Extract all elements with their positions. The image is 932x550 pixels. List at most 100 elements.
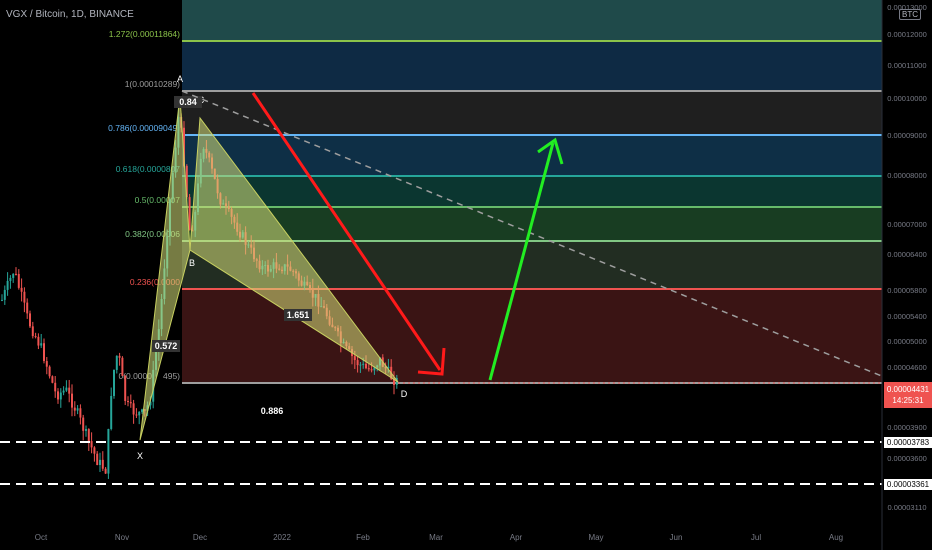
candle-body bbox=[17, 273, 20, 288]
candle-body bbox=[87, 429, 90, 442]
fib-zone-4 bbox=[182, 176, 882, 207]
candle-body bbox=[37, 336, 40, 346]
level-tag-2: 0.00003361 bbox=[884, 479, 932, 490]
price-chart[interactable]: 1.272(0.00011864) 1(0.00010289) 0.786(0.00… bbox=[0, 0, 932, 550]
candle-body bbox=[71, 393, 73, 408]
time-tick: Oct bbox=[35, 533, 48, 542]
support-levels bbox=[0, 382, 882, 485]
candle-body bbox=[90, 441, 93, 448]
price-tick: 0.00003600 bbox=[887, 454, 927, 463]
fib-label-0.618: 0.618(0.0000807 bbox=[116, 164, 181, 174]
candle-body bbox=[1, 299, 3, 301]
candle-body bbox=[129, 402, 132, 404]
candle-body bbox=[101, 459, 104, 469]
symbol-title: VGX / Bitcoin, 1D, BINANCE bbox=[6, 9, 134, 20]
fib-label-1.272: 1.272(0.00011864) bbox=[109, 29, 180, 39]
pattern-triangle-xab bbox=[139, 95, 191, 441]
pattern-ratio-3: 0.886 bbox=[261, 406, 284, 416]
pattern-point-X: X bbox=[137, 451, 143, 461]
price-tick: 0.00005000 bbox=[887, 337, 927, 346]
pattern-point-D: D bbox=[401, 389, 408, 399]
price-tick: 0.00007000 bbox=[887, 220, 927, 229]
time-tick: Aug bbox=[829, 533, 843, 542]
candle-body bbox=[99, 459, 101, 465]
candle-body bbox=[113, 369, 115, 396]
candle-body bbox=[62, 390, 65, 393]
fib-label-0.786: 0.786(0.00009049) bbox=[108, 123, 180, 133]
fibonacci-zones bbox=[182, 0, 882, 383]
candle-body bbox=[43, 343, 45, 362]
candle-body bbox=[93, 447, 96, 454]
candle-body bbox=[365, 363, 367, 369]
last-price-value: 0.00004431 bbox=[886, 385, 930, 394]
candle-body bbox=[23, 291, 26, 303]
candle-body bbox=[115, 355, 118, 370]
candle-body bbox=[359, 364, 362, 366]
time-tick: May bbox=[588, 533, 603, 542]
candle-body bbox=[132, 403, 135, 415]
candle-body bbox=[73, 407, 76, 411]
candle-body bbox=[118, 355, 121, 358]
price-tick: 0.00005800 bbox=[887, 286, 927, 295]
pattern-ratio-1: 0.84 bbox=[179, 97, 197, 107]
countdown-timer: 14:25:31 bbox=[892, 396, 924, 405]
candle-body bbox=[6, 280, 9, 290]
candle-body bbox=[367, 368, 370, 370]
candle-body bbox=[48, 366, 51, 377]
candle-body bbox=[82, 417, 85, 431]
time-tick: 2022 bbox=[273, 533, 291, 542]
candle-body bbox=[51, 376, 54, 383]
price-tick: 0.00009000 bbox=[887, 131, 927, 140]
candle-body bbox=[15, 273, 17, 275]
time-tick: Mar bbox=[429, 533, 443, 542]
price-tick: 0.00008000 bbox=[887, 171, 927, 180]
candle-body bbox=[110, 395, 113, 429]
time-tick: Jun bbox=[670, 533, 683, 542]
candle-body bbox=[127, 400, 129, 403]
time-tick: Apr bbox=[510, 533, 523, 542]
candle-body bbox=[54, 382, 57, 392]
fib-zone-2 bbox=[182, 91, 882, 135]
candle-body bbox=[104, 468, 107, 474]
candle-body bbox=[26, 302, 29, 314]
currency-badge[interactable]: BTC bbox=[899, 9, 921, 20]
candle-body bbox=[45, 361, 48, 367]
candle-body bbox=[121, 357, 124, 376]
candle-body bbox=[68, 387, 71, 394]
time-tick: Feb bbox=[356, 533, 370, 542]
fib-label-1: 1(0.00010289) bbox=[125, 79, 180, 89]
candle-body bbox=[138, 411, 141, 416]
price-axis-bg bbox=[882, 0, 932, 550]
price-tick: 0.00003900 bbox=[887, 423, 927, 432]
candle-body bbox=[353, 356, 356, 361]
price-axis: 0.000130000.000120000.000110000.00010000… bbox=[881, 0, 932, 550]
candle-body bbox=[96, 453, 99, 465]
fib-zone-0 bbox=[182, 0, 882, 41]
candle-body bbox=[31, 326, 34, 337]
candle-body bbox=[40, 343, 43, 346]
candle-body bbox=[76, 408, 79, 411]
candle-body bbox=[79, 408, 82, 418]
candle-body bbox=[59, 392, 62, 400]
pattern-point-A: A bbox=[177, 74, 183, 84]
candle-body bbox=[3, 289, 6, 300]
candle-body bbox=[65, 387, 68, 391]
price-tick: 0.00010000 bbox=[887, 94, 927, 103]
time-tick: Jul bbox=[751, 533, 761, 542]
candle-body bbox=[20, 287, 23, 292]
candle-body bbox=[370, 369, 373, 371]
pattern-ratio-2: 1.651 bbox=[287, 310, 310, 320]
time-tick: Dec bbox=[193, 533, 207, 542]
price-tick: 0.00004600 bbox=[887, 363, 927, 372]
candle-body bbox=[29, 313, 31, 327]
price-tick: 0.00003110 bbox=[887, 503, 926, 512]
candle-body bbox=[135, 414, 138, 416]
candle-body bbox=[356, 360, 359, 366]
candle-body bbox=[12, 273, 15, 278]
last-price-tag: 0.00004431 14:25:31 bbox=[884, 382, 932, 408]
fib-zone-1 bbox=[182, 41, 882, 91]
candle-body bbox=[107, 428, 110, 474]
pattern-point-B: B bbox=[189, 258, 195, 268]
candle-body bbox=[85, 429, 87, 431]
price-tick: 0.00012000 bbox=[887, 30, 927, 39]
